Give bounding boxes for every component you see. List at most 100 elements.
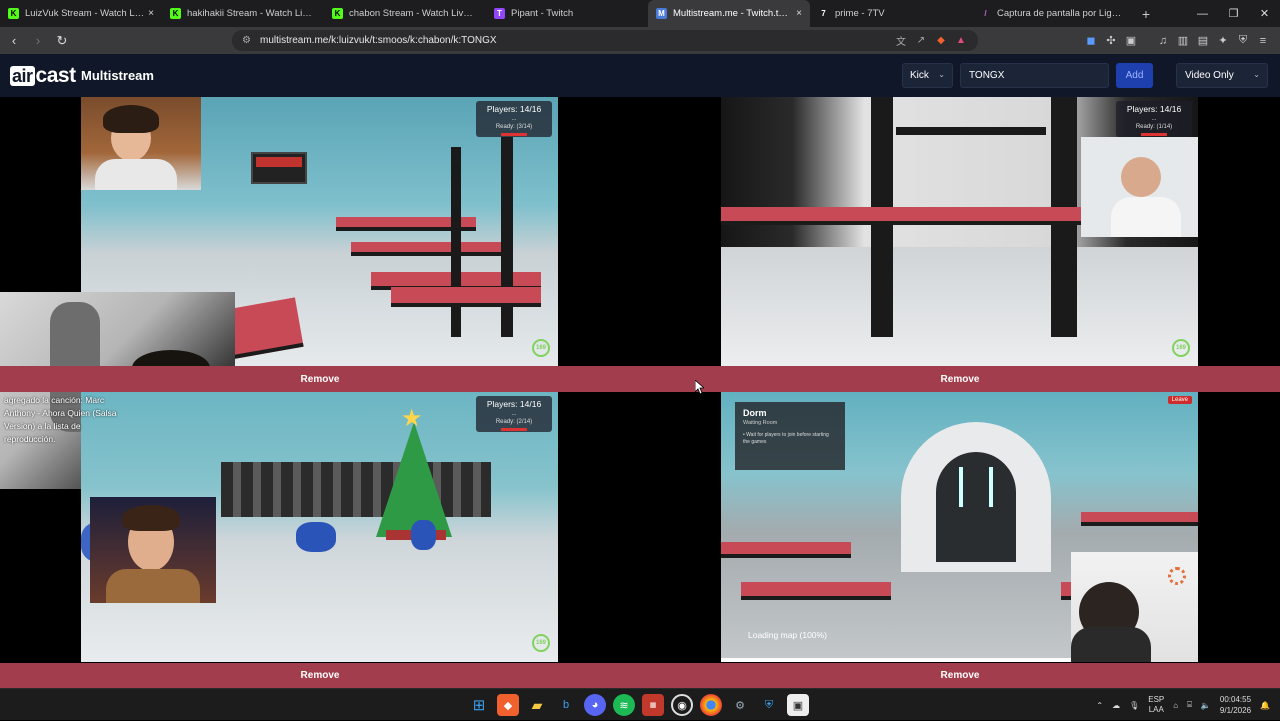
wallet-icon[interactable]: ▤ xyxy=(1196,34,1210,48)
discord-icon[interactable]: ◕ xyxy=(584,694,606,716)
dorm-subtitle: Waiting Room xyxy=(743,420,778,426)
dorm-description: • Wait for players to join before starti… xyxy=(743,432,829,445)
app-header: aircast Multistream Kick ⌄ Add Video Onl… xyxy=(0,54,1280,97)
view-mode-select[interactable]: Video Only ⌄ xyxy=(1176,63,1268,88)
site-info-icon[interactable]: ⚙ xyxy=(242,35,251,46)
minimize-icon[interactable]: — xyxy=(1187,0,1218,27)
windows-start-icon[interactable]: ⊞ xyxy=(468,694,490,716)
tab-label: LuizVuk Stream - Watch Live on xyxy=(25,8,144,19)
brave-rewards-icon[interactable]: ▲ xyxy=(954,33,968,47)
bing-icon[interactable]: b xyxy=(555,694,577,716)
remove-stream-button[interactable]: Remove xyxy=(640,366,1280,392)
lightshot-icon: / xyxy=(984,9,987,18)
browser-tab-active[interactable]: M Multistream.me - Twitch.tv / K × xyxy=(648,0,810,27)
twitch-icon: T xyxy=(494,8,505,19)
clock-time: 00:04:55 xyxy=(1219,695,1252,704)
new-tab-button[interactable]: + xyxy=(1134,0,1158,27)
menu-icon[interactable]: ≡ xyxy=(1256,34,1270,48)
tab-label: hakihakii Stream - Watch Live on xyxy=(187,8,316,19)
leo-icon[interactable]: ✦ xyxy=(1216,34,1230,48)
capture-icon[interactable]: ▣ xyxy=(787,694,809,716)
app-title: Multistream xyxy=(81,68,154,83)
hud-dots: ... xyxy=(1151,116,1157,122)
puzzle-icon[interactable]: ✣ xyxy=(1104,34,1118,48)
music-icon[interactable]: ♫ xyxy=(1156,34,1170,48)
obs-icon[interactable]: ◉ xyxy=(671,694,693,716)
maximize-icon[interactable]: ❐ xyxy=(1218,0,1249,27)
chevron-up-icon[interactable]: ⌃ xyxy=(1096,701,1103,710)
steam-icon[interactable]: ⚙ xyxy=(729,694,751,716)
aircast-logo[interactable]: air cast xyxy=(10,64,76,88)
leave-button[interactable]: Leave xyxy=(1167,396,1192,404)
volume-icon[interactable]: 🔈 xyxy=(1201,701,1211,710)
loading-progress-bar xyxy=(721,658,1071,662)
remove-stream-button[interactable]: Remove xyxy=(0,366,640,392)
language-indicator[interactable]: ESP LAA xyxy=(1148,695,1164,715)
stream-cell: Players: 14/16 ... Ready: (3/14) 169 Rem… xyxy=(0,97,640,489)
webcam-overlay xyxy=(81,97,201,190)
close-icon[interactable]: × xyxy=(796,8,802,19)
omnibox-actions: 文 ↗ ◆ ▲ xyxy=(894,33,968,48)
browser-tab[interactable]: / Captura de pantalla por Lightshot xyxy=(972,0,1134,27)
chrome-icon[interactable] xyxy=(700,694,722,716)
tab-label: Pipant - Twitch xyxy=(511,8,574,19)
loading-text: Loading map (100%) xyxy=(748,630,827,640)
clock[interactable]: 00:04:55 9/1/2026 xyxy=(1220,694,1251,716)
remove-stream-button[interactable]: Remove xyxy=(640,663,1280,688)
hud-dots: ... xyxy=(511,411,517,417)
webcam-overlay xyxy=(90,497,216,603)
close-icon[interactable]: × xyxy=(148,8,154,19)
platform-select[interactable]: Kick ⌄ xyxy=(902,63,953,88)
stream-cell: Players: 14/16 ... Ready: (1/14) 169 Rem… xyxy=(640,97,1280,392)
share-icon[interactable]: ↗ xyxy=(914,33,928,47)
add-button[interactable]: Add xyxy=(1116,63,1153,88)
ready-count: Ready: (2/14) xyxy=(495,419,533,425)
players-count: Players: 14/16 xyxy=(486,399,542,409)
taskbar-apps: ⊞ ◆ ▰ b ◕ ≋ ▦ ◉ ⚙ ⛨ ▣ xyxy=(468,694,809,716)
brave-shields-icon[interactable]: ◆ xyxy=(934,33,948,47)
notification-icon[interactable]: 🔔 xyxy=(1260,701,1270,710)
close-window-icon[interactable]: ✕ xyxy=(1249,0,1280,27)
cloud-icon[interactable]: ☁ xyxy=(1112,701,1120,710)
chevron-down-icon: ⌄ xyxy=(1253,70,1260,79)
kick-icon: K xyxy=(8,8,19,19)
ping-badge: 169 xyxy=(1172,339,1190,357)
extension-icon[interactable]: ◼ xyxy=(1084,34,1098,48)
dashboard-icon[interactable]: ▦ xyxy=(642,694,664,716)
browser-tab[interactable]: 7 prime - 7TV xyxy=(810,0,972,27)
brave-icon[interactable]: ◆ xyxy=(497,694,519,716)
screenshot-icon[interactable]: ▣ xyxy=(1124,34,1138,48)
reload-icon[interactable]: ↻ xyxy=(52,31,72,51)
stream-video[interactable]: Dorm Waiting Room • Wait for players to … xyxy=(721,392,1198,662)
vpn-icon[interactable]: ⛨ xyxy=(1236,34,1250,48)
hud-dots: ... xyxy=(511,116,517,122)
channel-input[interactable] xyxy=(960,63,1109,88)
microphone-icon[interactable]: 🎙 xyxy=(1129,701,1139,710)
sidebar-icon[interactable]: ▥ xyxy=(1176,34,1190,48)
ready-count: Ready: (1/14) xyxy=(1135,124,1173,130)
address-bar[interactable]: ⚙ multistream.me/k:luizvuk/t:smoos/k:cha… xyxy=(232,30,978,51)
stream-video[interactable]: Players: 14/16 ... Ready: (1/14) 169 xyxy=(721,97,1198,367)
chevron-down-icon: ⌄ xyxy=(938,70,945,79)
browser-tab[interactable]: T Pipant - Twitch xyxy=(486,0,648,27)
security-icon[interactable]: ⛨ xyxy=(758,694,780,716)
browser-toolbar: ‹ › ↻ ⚐ ⚙ multistream.me/k:luizvuk/t:smo… xyxy=(0,27,1280,54)
players-hud: Players: 14/16 ... Ready: (3/14) xyxy=(476,101,552,137)
extensions-bar: ◼ ✣ ▣ ♫ ▥ ▤ ✦ ⛨ ≡ xyxy=(1084,27,1270,54)
network-icon[interactable]: ⌸ xyxy=(1187,700,1192,710)
remove-stream-button[interactable]: Remove xyxy=(0,663,640,688)
ping-badge: 169 xyxy=(532,339,550,357)
monitor-icon[interactable]: ⌂ xyxy=(1173,701,1178,710)
tab-label: prime - 7TV xyxy=(835,8,885,19)
dorm-panel: Dorm Waiting Room • Wait for players to … xyxy=(735,402,845,470)
browser-tab[interactable]: Kchabon Stream - Watch Live on xyxy=(324,0,486,27)
back-icon[interactable]: ‹ xyxy=(4,31,24,51)
logo-part: cast xyxy=(35,64,77,87)
browser-tab[interactable]: K LuizVuk Stream - Watch Live on × xyxy=(0,0,162,27)
spotify-icon[interactable]: ≋ xyxy=(613,694,635,716)
browser-tab[interactable]: Khakihakii Stream - Watch Live on xyxy=(162,0,324,27)
translate-icon[interactable]: 文 xyxy=(894,33,908,48)
forward-icon[interactable]: › xyxy=(28,31,48,51)
file-explorer-icon[interactable]: ▰ xyxy=(526,694,548,716)
url-text: multistream.me/k:luizvuk/t:smoos/k:chabo… xyxy=(260,35,497,46)
